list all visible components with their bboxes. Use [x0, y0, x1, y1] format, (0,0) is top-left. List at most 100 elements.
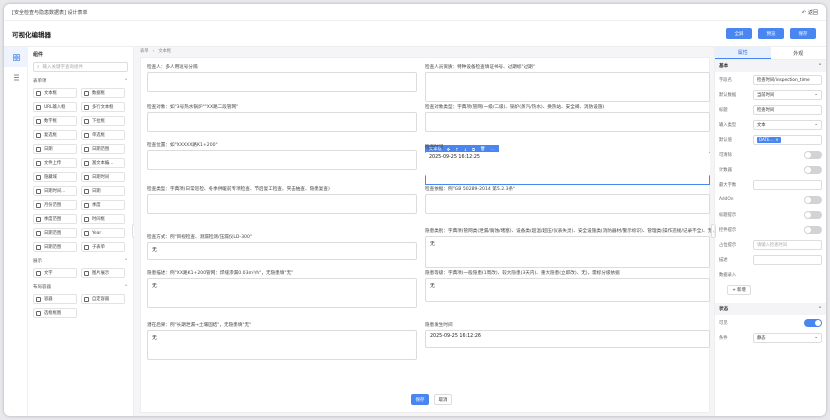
component-item[interactable]: 多行文本框 — [81, 102, 125, 112]
prop-select[interactable]: 文本 ⌄ — [753, 119, 822, 130]
add-button[interactable]: + 新增 — [727, 284, 751, 295]
state-section-header[interactable]: 状态 ⌃ — [715, 303, 826, 315]
field-input[interactable]: 无 — [147, 242, 417, 260]
component-item[interactable]: Year — [81, 228, 125, 238]
list-icon — [13, 74, 19, 80]
tab-properties[interactable]: 属性 — [715, 47, 771, 59]
crumb-item[interactable]: 表单 — [140, 48, 149, 54]
group-header-form[interactable]: 表单项 ⌃ — [33, 78, 128, 85]
prop-input[interactable]: DATE... × — [753, 134, 822, 145]
visible-toggle[interactable] — [804, 318, 822, 327]
prop-label: 最大字数 — [719, 182, 737, 188]
field-input[interactable] — [147, 112, 417, 132]
component-item[interactable]: 数据框 — [81, 88, 125, 98]
form-component-grid: 文本框 数据框 URL输入框 多行文本框 数字框 下拉框 复选框 单选框 日期 日期范围 文件上传富… — [33, 88, 128, 252]
field-input[interactable] — [425, 194, 710, 214]
form-paper: 文本框 ✥ ↑ ↓ ⧉ 🗑 ⋯ 保存 取消 检查人：多人用逗号分隔 检查人员资质：… — [140, 57, 714, 413]
field-input[interactable] — [147, 150, 417, 170]
component-item[interactable]: 单选框 — [81, 130, 125, 140]
component-item[interactable]: 选框框图 — [33, 308, 77, 318]
components-tab[interactable] — [4, 47, 28, 67]
component-item[interactable]: 时间框 — [81, 214, 125, 224]
prop-input[interactable] — [753, 254, 822, 265]
prop-toggle[interactable] — [804, 210, 822, 219]
component-label: 选框框图 — [44, 311, 62, 316]
prop-input[interactable]: 检查时间/inspection_time — [753, 74, 822, 85]
component-item[interactable]: 日期时间... — [33, 186, 77, 196]
field-input[interactable]: 2025-09-25 16:12:26 — [425, 330, 710, 348]
condition-select[interactable]: 静态 ⌄ — [753, 332, 822, 343]
component-item[interactable]: 隐藏域 — [33, 172, 77, 182]
group-title: 展示 — [33, 259, 42, 264]
field-input[interactable] — [147, 194, 417, 214]
field-input[interactable] — [425, 72, 710, 102]
prop-value: 当前时间 — [757, 92, 775, 98]
component-item[interactable]: 日期范围 — [33, 228, 77, 238]
component-search-input[interactable]: ⌕ 输入关键字查询组件 — [33, 62, 128, 72]
save-button[interactable]: 保存 — [790, 28, 816, 39]
form-save-button[interactable]: 保存 — [411, 394, 429, 405]
component-label: 季度范围 — [44, 217, 62, 222]
basic-section-header[interactable]: 基本 ⌃ — [715, 60, 826, 72]
field-input[interactable]: 2025-09-25 16:12:25 — [425, 152, 710, 176]
component-label: 单选框 — [92, 133, 105, 138]
component-item[interactable]: 季度 — [81, 200, 125, 210]
group-header-layout[interactable]: 布局容器 ⌃ — [33, 284, 128, 291]
component-item[interactable]: 日期 — [33, 144, 77, 154]
component-item[interactable]: 富文本编... — [81, 158, 125, 168]
field-label: 检查时间 — [425, 145, 444, 150]
component-icon — [84, 270, 89, 276]
component-icon — [36, 310, 41, 316]
prop-input[interactable]: 请输入检查时间 — [753, 239, 822, 250]
group-header-display[interactable]: 展示 ⌃ — [33, 258, 128, 265]
component-item[interactable]: 数字框 — [33, 116, 77, 126]
preview-button[interactable]: 预览 — [758, 28, 784, 39]
component-item[interactable]: 文件上传 — [33, 158, 77, 168]
component-icon — [36, 118, 41, 124]
component-item[interactable]: 容器 — [33, 294, 77, 304]
component-item[interactable]: 文本框 — [33, 88, 77, 98]
page-title: 可视化编辑器 — [12, 30, 51, 39]
prop-toggle[interactable] — [804, 165, 822, 174]
prop-toggle[interactable] — [804, 150, 822, 159]
form-footer: 保存 取消 — [411, 394, 452, 405]
component-item[interactable]: 图片展示 — [81, 268, 125, 278]
return-button[interactable]: ↶ 返回 — [802, 9, 818, 17]
prop-label: 占位提示 — [719, 242, 737, 248]
component-item[interactable]: 自定容器 — [81, 294, 125, 304]
component-item[interactable]: 日期时间 — [81, 172, 125, 182]
component-item[interactable]: 复选框 — [33, 130, 77, 140]
layout-component-grid: 容器 自定容器选框框图 — [33, 294, 128, 318]
field-input[interactable]: 无 — [425, 236, 710, 268]
tab-appearance[interactable]: 外观 — [771, 47, 827, 59]
prop-select[interactable]: 当前时间 ⌄ — [753, 89, 822, 100]
component-item[interactable]: 下拉框 — [81, 116, 125, 126]
top-bar: [安全检查与隐患数据表] 设计表单 ↶ 返回 — [4, 4, 826, 21]
add-row: + 新增 — [715, 282, 826, 297]
field-input[interactable]: 无 — [147, 278, 417, 308]
component-item[interactable]: 日期 — [81, 186, 125, 196]
field-input[interactable]: 无 — [425, 278, 710, 302]
component-item[interactable]: URL输入框 — [33, 102, 77, 112]
form-cancel-button[interactable]: 取消 — [434, 394, 452, 405]
component-item[interactable]: 文字 — [33, 268, 77, 278]
fullscreen-button[interactable]: 全屏 — [726, 28, 752, 39]
component-label: 文字 — [44, 271, 53, 276]
field-input[interactable] — [147, 72, 417, 92]
component-item[interactable]: 日期范围 — [81, 144, 125, 154]
prop-input[interactable] — [753, 179, 822, 190]
field-input[interactable]: 无 — [147, 330, 417, 360]
form-field: 潜在后果：例"长期泄漏→土壤固结"，无隐患填"无" 无 — [147, 322, 417, 360]
component-item[interactable]: 子表单 — [81, 242, 125, 252]
field-label: 检查方式：例"目视检查、测漏检测/压漏仪LD-300" — [147, 235, 252, 240]
prop-input[interactable]: 检查时间 — [753, 104, 822, 115]
component-item[interactable]: 季度范围 — [33, 214, 77, 224]
prop-toggle[interactable] — [804, 225, 822, 234]
prop-toggle[interactable] — [804, 195, 822, 204]
component-item[interactable]: 日期范围 — [33, 242, 77, 252]
outline-tab[interactable] — [4, 67, 28, 87]
field-input[interactable] — [425, 112, 710, 132]
close-icon[interactable]: × — [775, 137, 778, 142]
prop-value: 请输入检查时间 — [757, 242, 788, 248]
component-item[interactable]: 月份范围 — [33, 200, 77, 210]
